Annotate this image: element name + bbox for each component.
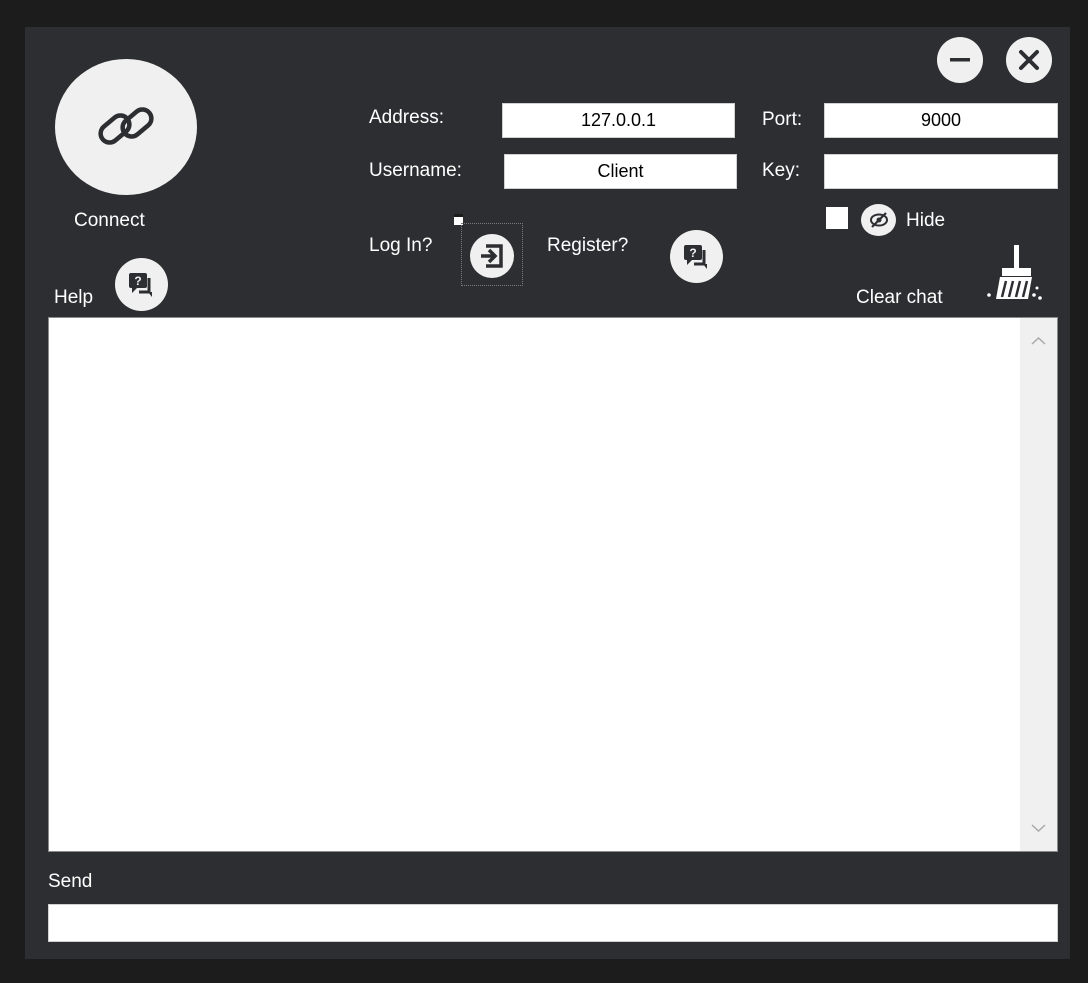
close-icon — [1019, 50, 1039, 70]
login-button[interactable] — [470, 234, 514, 278]
send-input[interactable] — [48, 904, 1058, 942]
help-button[interactable]: ? — [115, 258, 168, 311]
scroll-up-icon[interactable] — [1020, 326, 1057, 356]
hide-toggle[interactable] — [861, 204, 896, 236]
chat-scrollbar[interactable] — [1020, 318, 1057, 851]
key-input[interactable] — [824, 154, 1058, 189]
link-icon — [98, 107, 154, 145]
username-label: Username: — [369, 160, 462, 181]
send-label: Send — [48, 871, 93, 892]
hide-checkbox[interactable] — [826, 207, 848, 229]
svg-text:?: ? — [689, 246, 696, 260]
connect-button[interactable] — [55, 59, 197, 195]
broom-icon — [987, 245, 1042, 300]
minimize-button[interactable] — [937, 37, 983, 83]
help-chat-icon: ? — [128, 272, 152, 297]
chat-log[interactable] — [48, 317, 1058, 852]
help-chat-icon: ? — [683, 244, 707, 269]
key-label: Key: — [762, 160, 801, 181]
register-label: Register? — [547, 235, 629, 256]
connect-label: Connect — [74, 210, 145, 231]
svg-text:?: ? — [134, 274, 141, 288]
clear-chat-button[interactable] — [984, 241, 1044, 307]
login-label: Log In? — [369, 235, 433, 256]
eye-slash-icon — [869, 212, 888, 228]
username-input[interactable] — [504, 154, 737, 189]
address-label: Address: — [369, 107, 444, 128]
port-label: Port: — [762, 109, 803, 130]
register-button[interactable]: ? — [670, 230, 723, 283]
clear-chat-label: Clear chat — [856, 287, 943, 308]
scroll-down-icon[interactable] — [1020, 813, 1057, 843]
close-button[interactable] — [1006, 37, 1052, 83]
help-label: Help — [54, 287, 94, 308]
address-input[interactable] — [502, 103, 735, 138]
sign-in-icon — [481, 244, 503, 268]
hide-label: Hide — [906, 210, 946, 231]
minimize-icon — [950, 58, 970, 62]
login-button-focus[interactable] — [461, 223, 523, 286]
port-input[interactable] — [824, 103, 1058, 138]
